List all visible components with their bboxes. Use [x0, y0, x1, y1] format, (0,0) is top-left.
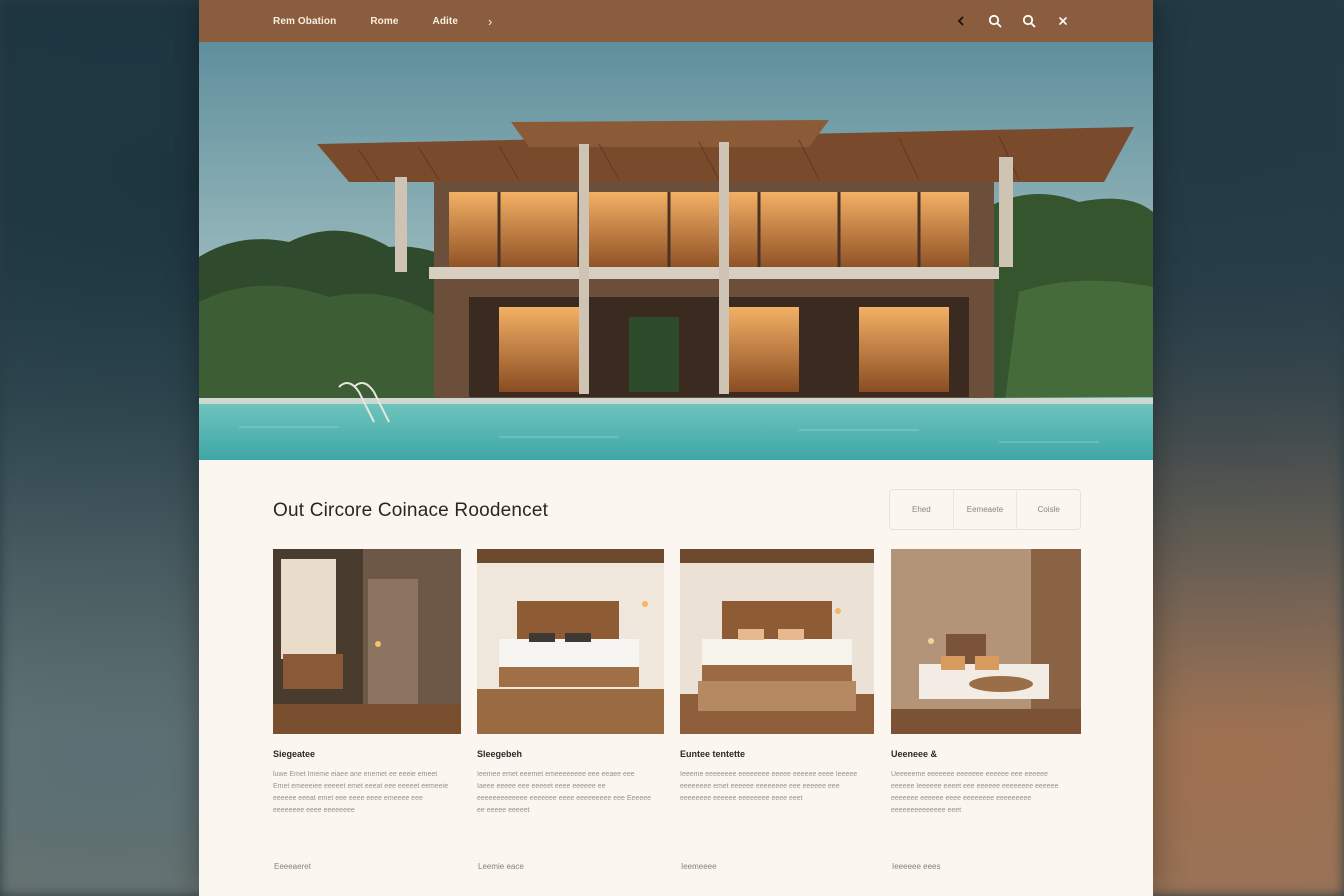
room-card[interactable]: Euntee tentette Ieeeme eeeeeeee eeeeeeee…	[680, 549, 874, 871]
room-card[interactable]: Sleegebeh Ieemee emet eeemet emeeeeeeee …	[477, 549, 664, 871]
room-link[interactable]: Ieeeeee eees	[892, 862, 941, 871]
search-icon[interactable]	[987, 13, 1003, 29]
room-description: luwe Emet Imeme eiaee ane enemet ee eeei…	[273, 771, 449, 814]
section-title: Out Circore Coinace Roodencet	[273, 500, 549, 521]
browser-page: Rem Obation Rome Adite › Out Circore Coi…	[199, 0, 1153, 896]
top-navigation-bar: Rem Obation Rome Adite ›	[199, 0, 1153, 42]
room-title: Siegeatee	[273, 749, 316, 759]
room-link[interactable]: Eeeeaeret	[274, 862, 311, 871]
room-photo	[680, 549, 874, 734]
room-title: Sleegebeh	[477, 749, 523, 759]
room-title: Ueeneee &	[891, 749, 938, 759]
room-link[interactable]: Ieemeeee	[681, 862, 717, 871]
room-description: Ieeeme eeeeeeee eeeeeeee eeeee eeeeee ee…	[680, 771, 858, 802]
chevron-right-icon[interactable]: ›	[488, 14, 492, 29]
room-photo	[891, 549, 1081, 734]
room-card[interactable]: Ueeneee & Ueeeeeme eeeeeee eeeeeee eeeee…	[891, 549, 1081, 871]
room-description: Ueeeeeme eeeeeee eeeeeee eeeeee eee eeee…	[891, 771, 1059, 814]
room-card[interactable]: Siegeatee luwe Emet Imeme eiaee ane enem…	[273, 549, 461, 871]
room-link[interactable]: Leemie eace	[478, 862, 524, 871]
room-title: Euntee tentette	[680, 749, 746, 759]
hero-image	[199, 42, 1153, 460]
filter-tab-2[interactable]: Eemeaete	[954, 489, 1018, 530]
close-icon[interactable]	[1055, 13, 1071, 29]
toolbar-icons	[953, 0, 1071, 42]
nav-item-rooms[interactable]: Rome	[370, 16, 398, 27]
main-nav: Rem Obation Rome Adite ›	[273, 14, 492, 29]
nav-item-home[interactable]: Rem Obation	[273, 16, 336, 27]
nav-item-about[interactable]: Adite	[433, 16, 459, 27]
chevron-left-icon[interactable]	[953, 13, 969, 29]
filter-tabs: Ehed Eemeaete Coisle	[889, 489, 1081, 530]
filter-tab-3[interactable]: Coisle	[1017, 489, 1080, 530]
room-photo	[477, 549, 664, 734]
search-icon[interactable]	[1021, 13, 1037, 29]
room-description: Ieemee emet eeemet emeeeeeeee eee eeaee …	[477, 771, 652, 814]
room-photo	[273, 549, 461, 734]
filter-tab-1[interactable]: Ehed	[890, 489, 954, 530]
